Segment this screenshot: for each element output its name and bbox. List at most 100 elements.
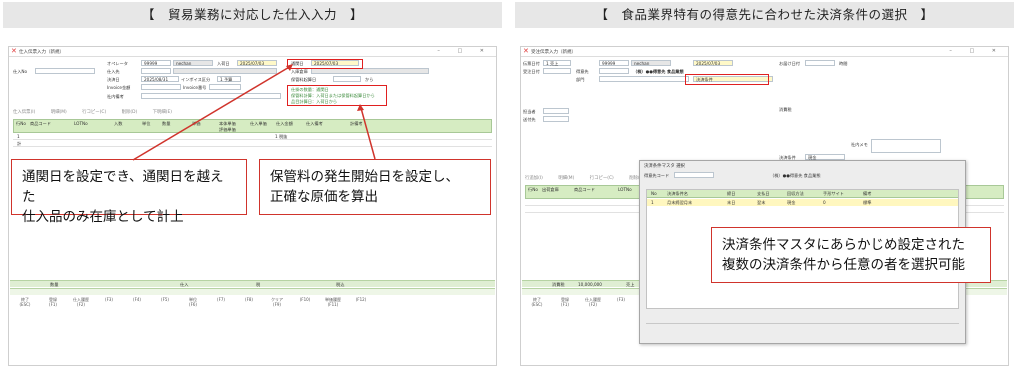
grid-col-warehouse: 出荷倉庫 [542,187,559,192]
dialog-row-site: 0 [823,200,826,205]
operator-code-field[interactable]: 99999 [599,60,629,66]
receive-date-field[interactable]: 2025/07/03 [693,60,733,66]
storage-start-field[interactable] [333,76,361,82]
clearance-highlight [287,59,363,69]
row-sub: 計 [17,141,22,146]
tab-copy-row[interactable]: 行コピー(C) [82,110,106,115]
deliver-date-field[interactable] [805,60,835,66]
tab-delete[interactable]: 削除(D) [122,110,138,115]
send-label: 送付先 [523,117,536,122]
customs-warehouse-label: 入庫倉庫 [291,69,308,74]
function-key-button[interactable]: 終了 (ESC) [524,297,550,313]
window-controls[interactable]: – □ ✕ [437,48,492,54]
function-key-code: (F6) [189,302,197,307]
function-key-button[interactable]: (F12) [348,297,374,313]
function-key-button[interactable]: 登録 (F1) [552,297,578,313]
function-key-code: (F10) [299,297,311,302]
function-key-button[interactable]: 登録 (F1) [40,297,66,313]
callout-storage-line1: 保管料の発生開始日を設定し、 [270,169,459,185]
invoice-number-field[interactable] [209,84,241,90]
tab-sub-detail[interactable]: 下明細(E) [153,110,172,115]
staff-field[interactable] [543,108,569,114]
invoice-number-label: Invoice番号 [183,85,207,90]
function-key-button[interactable]: 単価履歴(F11) [320,297,346,313]
left-panel: 【 貿易業務に対応した仕入入力 】 ✕ 仕入伝票入力（新規） – □ ✕ オペレ… [3,2,502,368]
function-key-button[interactable]: (F3) [96,297,122,313]
tab-copy-row[interactable]: 行コピー(C) [590,176,614,181]
operator-name-field: nechan [631,60,671,66]
function-key-button[interactable]: (F5) [152,297,178,313]
remarks-field[interactable] [141,93,281,99]
invoice-label: Invoice金額 [107,85,131,90]
function-key-button[interactable]: 仕入履歴 (F2) [580,297,606,313]
range-label: から [365,77,374,82]
function-key-code: (F8) [245,297,253,302]
detail-tabs: 仕入伝票(I) 明細(M) 行コピー(C) 削除(D) 下明細(E) [13,109,186,115]
operator-code-field[interactable]: 99999 [141,60,171,66]
date-label: 伝票日付 [523,61,540,66]
function-key-button[interactable]: クリア(F9) [264,297,290,313]
receive-field[interactable] [543,68,571,74]
tab-detail[interactable]: 明細(M) [558,176,574,181]
grid-col-amount: 仕入金額 [276,121,293,126]
dialog-row[interactable]: 1 月末締翌月末 末日 翌末 現金 0 標準 [647,199,958,206]
dept-field[interactable] [599,76,689,82]
dialog-col-note: 備考 [863,191,872,196]
dialog-fkeys[interactable] [646,323,959,333]
right-heading: 【 食品業界特有の得意先に合わせた決済条件の選択 】 [515,2,1014,28]
grid-header: 行No 商品コード LOTNo 入数 単位 数量 単価 本体単価 評価単価 仕入… [13,119,492,133]
callout-payment-line1: 決済条件マスタにあらかじめ設定された [722,237,965,253]
operator-name-field: nechan [173,60,213,66]
function-key-button[interactable]: 単位(F6) [180,297,206,313]
customer-code-field[interactable] [599,68,629,74]
date-type-field[interactable]: 1 売上 [543,60,571,66]
function-key-button[interactable]: (F10) [292,297,318,313]
tab-add-row[interactable]: 仕入伝票(I) [13,110,35,115]
detail-grid: 行No 商品コード LOTNo 入数 単位 数量 単価 本体単価 評価単価 仕入… [13,119,492,147]
invoice-amount-field[interactable] [141,84,181,90]
memo-field[interactable] [871,139,941,153]
dialog-col-cutoff: 締日 [727,191,736,196]
entry-date-field[interactable]: 2025/07/03 [237,60,277,66]
incoterm-select[interactable]: 1 予算 [217,76,241,82]
decision-date-field[interactable]: 2025/08/31 [141,76,179,82]
grid-col-remarks: 仕入備考 [306,121,323,126]
dialog-row-payday: 翌末 [757,200,766,205]
table-row[interactable]: 計 [13,140,492,147]
deliver-time: 時間 [839,61,848,66]
dialog-row-no: 1 [651,200,654,205]
app-logo-icon: ✕ [523,47,529,55]
table-row[interactable]: 1 1 税抜 [13,133,492,140]
dialog-title: 決済条件マスタ 選択 [644,164,685,169]
dialog-search-field[interactable] [674,172,714,178]
tax-label: 消費税 [779,107,792,112]
window-controls[interactable]: – □ ✕ [949,48,1004,54]
window-title: 仕入伝票入力（新規） [19,50,64,55]
function-key-code: (F12) [355,297,367,302]
totals-bar-2 [10,288,495,295]
function-key-code: (F3) [105,297,113,302]
function-key-code: (F4) [133,297,141,302]
grid-col-purchase-price: 仕入単価 [250,121,267,126]
function-key-button[interactable]: (F4) [124,297,150,313]
callout-clearance-line1: 通関日を設定でき、通関日を越えた [22,169,224,205]
send-field[interactable] [543,116,569,122]
left-heading: 【 貿易業務に対応した仕入入力 】 [3,2,502,28]
grid-col-lot: LOTNo [618,187,632,192]
function-key-button[interactable]: 仕入履歴 (F2) [68,297,94,313]
function-key-button[interactable]: (F8) [236,297,262,313]
dialog-row-cutoff: 末日 [727,200,736,205]
callout-clearance: 通関日を設定でき、通関日を越えた 仕入品のみ在庫として計上 [11,159,247,225]
tab-add-row[interactable]: 行追加(I) [525,176,543,181]
window-title: 受注伝票入力（新規） [531,50,576,55]
remarks-label: 社内備考 [107,94,124,99]
supplier-code-field[interactable] [141,68,171,74]
decision-label: 決済日 [107,77,120,82]
grid-col-unit: 単位 [142,121,151,126]
function-key-button[interactable]: (F7) [208,297,234,313]
row-no: 1 [17,134,20,139]
tab-detail[interactable]: 明細(M) [51,110,67,115]
function-key-button[interactable]: 終了 (ESC) [12,297,38,313]
warehouse-field[interactable] [35,68,95,74]
function-key-button[interactable]: (F3) [608,297,634,313]
